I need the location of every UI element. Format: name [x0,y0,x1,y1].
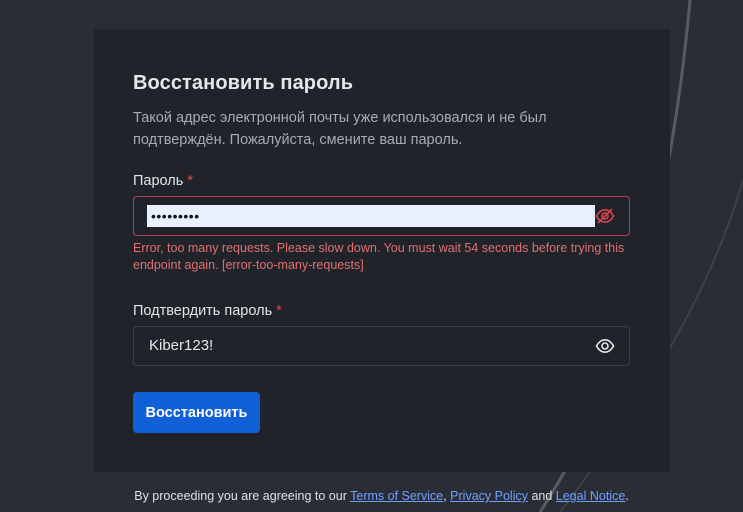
footer-prefix: By proceeding you are agreeing to our [134,489,351,503]
page-subtitle: Такой адрес электронной почты уже исполь… [133,110,547,148]
password-field[interactable]: ••••••••• [133,196,630,236]
footer-suffix: . [625,489,629,503]
autofill-highlight [147,205,595,227]
password-error-message: Error, too many requests. Please slow do… [133,241,625,272]
confirm-password-field[interactable]: Kiber123! [133,326,630,366]
reset-password-card: Восстановить пароль Такой адрес электрон… [94,29,670,472]
reset-password-button[interactable]: Восстановить [133,392,260,433]
footer-sep: and [527,489,556,503]
confirm-password-label-text: Подтвердить пароль [133,303,273,319]
required-mark: * [276,303,282,319]
legal-notice-link[interactable]: Legal Notice [556,489,626,503]
password-label-text: Пароль [133,173,184,189]
terms-of-service-link[interactable]: Terms of Service [350,489,443,503]
page-title: Восстановить пароль [133,72,354,94]
privacy-policy-link[interactable]: Privacy Policy [450,489,528,503]
confirm-password-value: Kiber123! [149,337,214,354]
password-value: ••••••••• [151,208,200,224]
password-label: Пароль * [133,173,193,189]
required-mark: * [187,173,193,189]
eye-icon[interactable] [594,337,616,355]
eye-slash-icon[interactable] [594,207,616,225]
confirm-password-label: Подтвердить пароль * [133,303,282,319]
legal-footer: By proceeding you are agreeing to our Te… [0,489,743,503]
